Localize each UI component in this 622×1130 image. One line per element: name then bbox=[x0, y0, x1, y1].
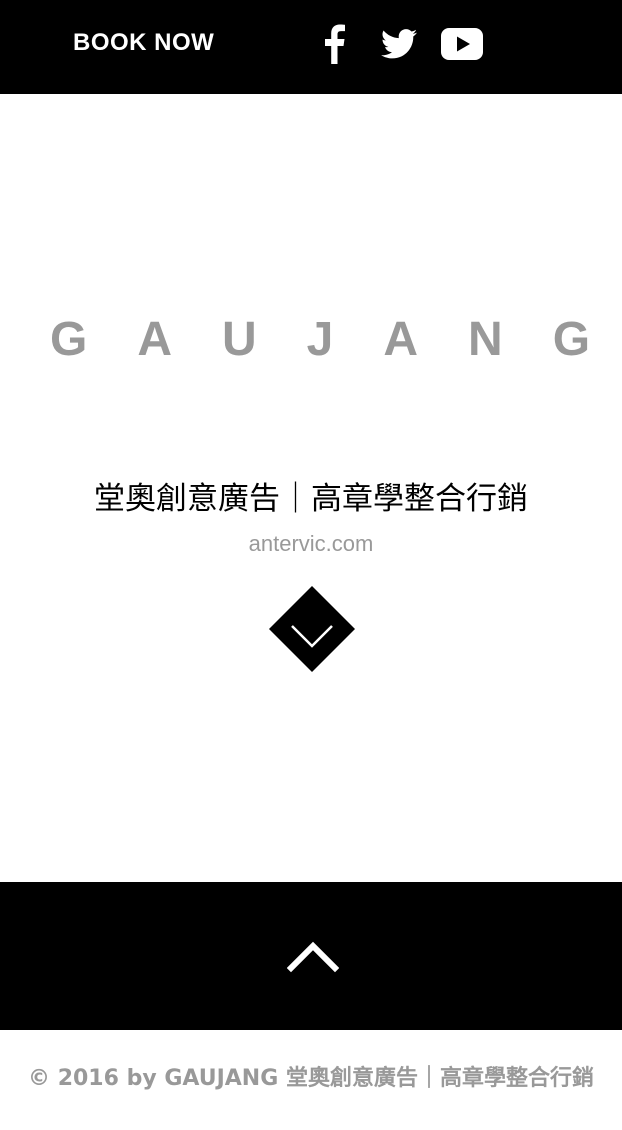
page: BOOK NOW GAUJANG 堂奧創意廣告｜高章學整合行銷 antervic… bbox=[0, 0, 622, 1130]
twitter-icon[interactable] bbox=[378, 22, 420, 66]
site-link[interactable]: antervic.com bbox=[0, 530, 622, 558]
tagline: 堂奧創意廣告｜高章學整合行銷 bbox=[94, 481, 528, 517]
chevron-down-diamond-icon[interactable] bbox=[269, 586, 355, 672]
copyright-text: © 2016 by GAUJANG 堂奧創意廣告｜高章學整合行銷 bbox=[28, 1066, 594, 1091]
brand-wordmark: GAUJANG bbox=[50, 313, 622, 366]
facebook-icon[interactable] bbox=[316, 22, 352, 66]
youtube-icon[interactable] bbox=[440, 22, 484, 66]
book-now-link[interactable]: BOOK NOW bbox=[73, 28, 214, 58]
top-bar: BOOK NOW bbox=[0, 0, 622, 94]
chevron-up-icon[interactable] bbox=[286, 938, 340, 978]
